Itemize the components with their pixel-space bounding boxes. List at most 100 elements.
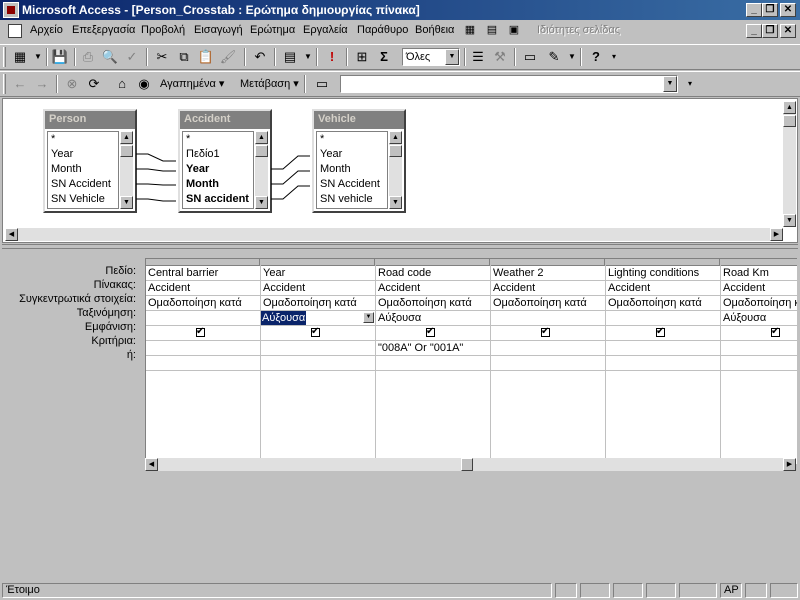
upper-vscroll[interactable]: ▲ ▼	[783, 101, 796, 227]
pane-splitter[interactable]	[2, 244, 798, 249]
stop-icon[interactable]: ⊗	[62, 75, 82, 93]
address-combo[interactable]: ▼	[340, 75, 678, 93]
address-dropdown-icon[interactable]: ▼	[663, 76, 677, 92]
table-cell[interactable]: Accident	[606, 281, 720, 296]
column-selector[interactable]	[491, 259, 605, 266]
totals-sigma-icon[interactable]: Σ	[374, 48, 394, 66]
table-cell[interactable]: Accident	[146, 281, 260, 296]
menu-view[interactable]: Προβολή	[141, 24, 185, 36]
menu-insert[interactable]: Εισαγωγή	[194, 24, 243, 36]
show-cell[interactable]	[491, 326, 605, 341]
forward-arrow-icon[interactable]: →	[32, 75, 52, 93]
print-icon[interactable]: ⎙	[78, 48, 98, 66]
undo-icon[interactable]: ↶	[250, 48, 270, 66]
criteria-cell[interactable]: "008A" Or "001A"	[376, 341, 490, 356]
column-selector[interactable]	[261, 259, 375, 266]
field-cell[interactable]: Lighting conditions	[606, 266, 720, 281]
search-web-icon[interactable]: ◉	[134, 75, 154, 93]
show-checkbox[interactable]	[311, 326, 320, 339]
scroll-thumb[interactable]	[461, 458, 473, 471]
criteria-cell[interactable]	[721, 341, 797, 356]
minimize-icon[interactable]: _	[746, 3, 762, 17]
field-cell[interactable]: Road Km	[721, 266, 797, 281]
query-type-icon[interactable]: ▤	[280, 48, 300, 66]
scroll-thumb[interactable]	[783, 115, 796, 127]
table-cell[interactable]: Accident	[261, 281, 375, 296]
refresh-icon[interactable]: ⟳	[84, 75, 104, 93]
scroll-up-icon[interactable]: ▲	[783, 101, 796, 114]
or-cell[interactable]	[721, 356, 797, 371]
sort-cell[interactable]	[606, 311, 720, 326]
help-dropdown-icon[interactable]: ▾	[604, 48, 624, 66]
access-app-icon[interactable]	[3, 2, 19, 18]
form-icon[interactable]: ▤	[482, 21, 502, 39]
field-cell[interactable]: Year	[261, 266, 375, 281]
help-icon[interactable]: ?	[586, 48, 606, 66]
query-tables-pane[interactable]: Person * Year Month SN Accident SN Vehic…	[2, 98, 798, 243]
total-cell[interactable]: Ομαδοποίηση κατά	[721, 296, 797, 311]
doc-close-icon[interactable]: ✕	[780, 24, 796, 38]
query-type-dropdown-icon[interactable]: ▼	[298, 48, 318, 66]
criteria-cell[interactable]	[491, 341, 605, 356]
or-cell[interactable]	[146, 356, 260, 371]
format-painter-icon[interactable]: 🖌	[218, 48, 238, 66]
sort-cell-selected[interactable]: Αύξουσα ▼	[261, 311, 375, 326]
scroll-down-icon[interactable]: ▼	[783, 214, 796, 227]
column-selector[interactable]	[376, 259, 490, 266]
or-cell[interactable]	[261, 356, 375, 371]
column-selector[interactable]	[606, 259, 720, 266]
upper-hscroll[interactable]: ◀ ▶	[5, 228, 783, 241]
show-cell[interactable]	[721, 326, 797, 341]
total-cell[interactable]: Ομαδοποίηση κατά	[491, 296, 605, 311]
run-icon[interactable]: !	[322, 48, 342, 66]
new-object-dropdown-icon[interactable]: ▼	[562, 48, 582, 66]
show-only-web-toolbar-icon[interactable]: ▭	[312, 75, 332, 93]
sort-cell[interactable]	[146, 311, 260, 326]
view-icon[interactable]: ▦	[10, 48, 30, 66]
field-cell[interactable]: Weather 2	[491, 266, 605, 281]
title-bar[interactable]: Microsoft Access - [Person_Crosstab : Ερ…	[0, 0, 800, 20]
document-icon[interactable]	[8, 24, 22, 38]
show-cell[interactable]	[261, 326, 375, 341]
doc-minimize-icon[interactable]: _	[746, 24, 762, 38]
view-dropdown-icon[interactable]: ▼	[28, 48, 48, 66]
database-window-icon[interactable]: ▭	[520, 48, 540, 66]
show-cell[interactable]	[146, 326, 260, 341]
scroll-right-icon[interactable]: ▶	[783, 458, 796, 471]
print-preview-icon[interactable]: 🔍	[100, 48, 120, 66]
copy-icon[interactable]: ⧉	[174, 48, 194, 66]
toolbar-grip[interactable]	[3, 47, 6, 67]
restore-icon[interactable]: ❐	[762, 3, 778, 17]
top-values-combo[interactable]: Όλες ▼	[402, 48, 460, 66]
total-cell[interactable]: Ομαδοποίηση κατά	[261, 296, 375, 311]
favorites-menu[interactable]: Αγαπημένα ▾	[160, 75, 230, 93]
close-icon[interactable]: ✕	[780, 3, 796, 17]
or-cell[interactable]	[491, 356, 605, 371]
menu-help[interactable]: Βοήθεια	[415, 24, 454, 36]
table-cell[interactable]: Accident	[376, 281, 490, 296]
properties-icon[interactable]: ☰	[468, 48, 488, 66]
show-cell[interactable]	[606, 326, 720, 341]
or-cell[interactable]	[606, 356, 720, 371]
total-cell[interactable]: Ομαδοποίηση κατά	[146, 296, 260, 311]
menu-tools[interactable]: Εργαλεία	[303, 24, 348, 36]
crosstab-icon[interactable]: ▦	[460, 21, 480, 39]
criteria-cell[interactable]	[146, 341, 260, 356]
back-arrow-icon[interactable]: ←	[10, 75, 30, 93]
doc-restore-icon[interactable]: ❐	[762, 24, 778, 38]
home-icon[interactable]: ⌂	[112, 75, 132, 93]
menu-edit[interactable]: Επεξεργασία	[72, 24, 135, 36]
menu-window[interactable]: Παράθυρο	[357, 24, 408, 36]
sort-dropdown-icon[interactable]: ▼	[363, 312, 374, 323]
goto-menu[interactable]: Μετάβαση ▾	[240, 75, 304, 93]
scroll-left-icon[interactable]: ◀	[5, 228, 18, 241]
show-checkbox[interactable]	[656, 326, 665, 339]
field-cell[interactable]: Road code	[376, 266, 490, 281]
table-cell[interactable]: Accident	[491, 281, 605, 296]
sort-cell[interactable]: Αύξουσα	[376, 311, 490, 326]
sort-cell[interactable]	[491, 311, 605, 326]
total-cell[interactable]: Ομαδοποίηση κατά	[606, 296, 720, 311]
scroll-left-icon[interactable]: ◀	[145, 458, 158, 471]
show-checkbox[interactable]	[196, 326, 205, 339]
show-checkbox[interactable]	[541, 326, 550, 339]
